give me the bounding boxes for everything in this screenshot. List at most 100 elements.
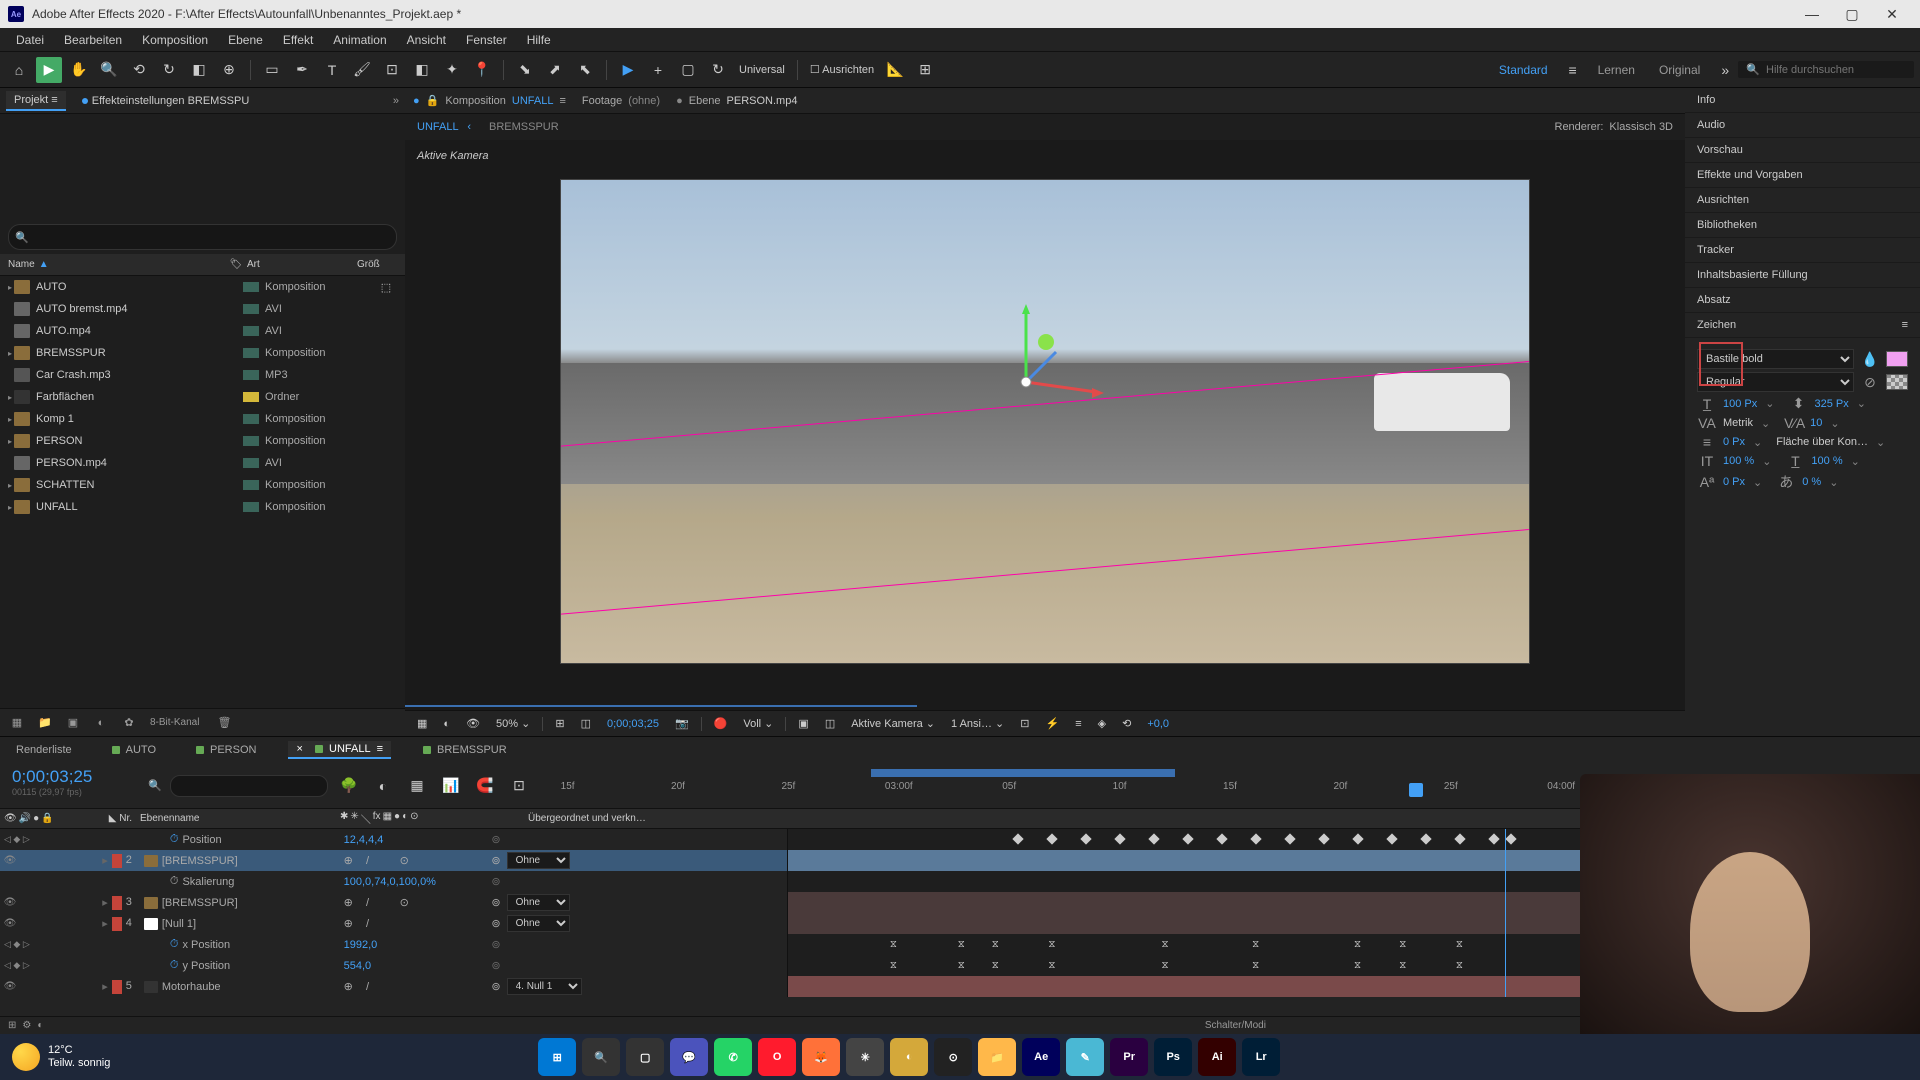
- project-item[interactable]: ▸Car Crash.mp3MP3: [0, 364, 405, 386]
- tl-draft-icon[interactable]: ⊡: [506, 773, 532, 799]
- frame-blend-icon[interactable]: ◐: [37, 1020, 43, 1031]
- taskbar-app-ae[interactable]: Ae: [1022, 1038, 1060, 1076]
- tsume-value[interactable]: 0 %: [1802, 476, 1821, 488]
- shy-header-icon[interactable]: ◣: [109, 813, 117, 824]
- stopwatch-icon[interactable]: ⏱: [170, 875, 179, 888]
- tab-effekteinstellungen[interactable]: Effekteinstellungen BREMSSPU: [74, 92, 258, 110]
- timeline-button[interactable]: ≡: [1071, 718, 1085, 730]
- crumb-unfall[interactable]: UNFALL ‹: [417, 121, 471, 133]
- keyframe-icon[interactable]: [1216, 833, 1227, 844]
- color-tag[interactable]: [243, 282, 259, 292]
- maximize-button[interactable]: ▢: [1832, 0, 1872, 28]
- tag-column-icon[interactable]: 🏷: [225, 259, 247, 270]
- baseline-value[interactable]: 0 Px: [1723, 476, 1745, 488]
- time-navigator[interactable]: [405, 702, 1685, 710]
- stopwatch-icon[interactable]: ⏱: [170, 833, 179, 846]
- no-fill-icon[interactable]: ⊘: [1860, 374, 1880, 391]
- keyframe-icon[interactable]: [1318, 833, 1329, 844]
- tl-blur-icon[interactable]: ▦: [404, 773, 430, 799]
- anchor-tool[interactable]: ⊕: [216, 57, 242, 83]
- sw-col-6[interactable]: ●: [394, 811, 400, 826]
- workspace-overflow[interactable]: »: [1712, 57, 1738, 83]
- zoom-tool[interactable]: 🔍: [96, 57, 122, 83]
- sw-col-2[interactable]: ✳: [350, 811, 358, 826]
- camera-select[interactable]: Aktive Kamera ⌄: [847, 717, 939, 730]
- pickwhip-icon[interactable]: ⊚: [491, 833, 500, 846]
- region-button[interactable]: ◫: [577, 717, 595, 730]
- hand-tool[interactable]: ✋: [66, 57, 92, 83]
- stopwatch-icon[interactable]: ⏱: [170, 938, 179, 951]
- color-tag[interactable]: [243, 392, 259, 402]
- toggle-switches-icon[interactable]: ⊞: [8, 1020, 16, 1031]
- tl-shy-icon[interactable]: ◐: [370, 773, 396, 799]
- property-value[interactable]: 100,0,74,0,100,0%: [344, 876, 436, 888]
- collapse-icon[interactable]: ⊕: [344, 896, 353, 909]
- bpc-label[interactable]: 8-Bit-Kanal: [150, 717, 199, 728]
- taskbar-app-app2[interactable]: ◐: [890, 1038, 928, 1076]
- keyframe-icon[interactable]: ⧖: [1354, 960, 1364, 970]
- keyframe-icon[interactable]: [1505, 833, 1516, 844]
- menu-datei[interactable]: Datei: [6, 28, 54, 51]
- color-tag[interactable]: [243, 414, 259, 424]
- roi-button[interactable]: ▣: [794, 717, 812, 730]
- tab-projekt[interactable]: Projekt ≡: [6, 91, 66, 111]
- adjust-icon[interactable]: ◐: [90, 714, 112, 732]
- property-value[interactable]: 1992,0: [344, 939, 378, 951]
- box-icon[interactable]: ▢: [675, 57, 701, 83]
- keyframe-icon[interactable]: [1454, 833, 1465, 844]
- pickwhip-icon[interactable]: ⊚: [491, 917, 500, 930]
- text-tool[interactable]: T: [319, 57, 345, 83]
- tab-unfall[interactable]: × UNFALL ≡: [288, 741, 391, 759]
- keyframe-icon[interactable]: ⧖: [1048, 960, 1058, 970]
- keyframe-icon[interactable]: [1149, 833, 1160, 844]
- comp-tab-footage[interactable]: Footage (ohne): [582, 95, 660, 107]
- viewport-timecode[interactable]: 0;00;03;25: [603, 718, 663, 730]
- project-item[interactable]: ▸AUTO.mp4AVI: [0, 320, 405, 342]
- toggle-button[interactable]: 👁: [462, 717, 484, 730]
- taskbar-app-pr[interactable]: Pr: [1110, 1038, 1148, 1076]
- resolution-select[interactable]: Voll ⌄: [739, 717, 777, 730]
- rect-tool[interactable]: ▭: [259, 57, 285, 83]
- channel-button[interactable]: 🔴: [710, 717, 732, 730]
- eye-col-icon[interactable]: 👁: [4, 813, 17, 824]
- add-icon[interactable]: +: [645, 57, 671, 83]
- stopwatch-icon[interactable]: ⏱: [170, 959, 179, 972]
- taskbar-app-teams[interactable]: 💬: [670, 1038, 708, 1076]
- tab-bremsspur[interactable]: BREMSSPUR: [415, 742, 515, 758]
- parent-select[interactable]: 4. Null 1: [507, 978, 582, 995]
- color-tag[interactable]: [243, 480, 259, 490]
- tracking-value[interactable]: 10: [1810, 417, 1822, 429]
- panel-audio[interactable]: Audio: [1685, 113, 1920, 138]
- new-comp-icon[interactable]: ▣: [62, 714, 84, 732]
- interpret-icon[interactable]: ▦: [6, 714, 28, 732]
- align-label[interactable]: Ausrichten: [822, 64, 874, 76]
- taskbar-app-notes[interactable]: ✎: [1066, 1038, 1104, 1076]
- local-axis-tool[interactable]: ⬊: [512, 57, 538, 83]
- lock-col-icon[interactable]: 🔒: [41, 813, 53, 824]
- panel-overflow[interactable]: »: [393, 95, 399, 107]
- stamp-tool[interactable]: ⊡: [379, 57, 405, 83]
- panel-absatz[interactable]: Absatz: [1685, 288, 1920, 313]
- eye-icon[interactable]: 👁: [4, 981, 16, 993]
- tl-graph-icon[interactable]: 📊: [438, 773, 464, 799]
- taskbar-app-whatsapp[interactable]: ✆: [714, 1038, 752, 1076]
- keyframe-icon[interactable]: [1488, 833, 1499, 844]
- taskbar-app-firefox[interactable]: 🦊: [802, 1038, 840, 1076]
- help-search-input[interactable]: [1766, 64, 1906, 76]
- project-item[interactable]: ▸UNFALLKomposition: [0, 496, 405, 518]
- snapshot-button[interactable]: 📷: [671, 717, 693, 730]
- collapse-icon[interactable]: ⊕: [344, 917, 353, 930]
- vscale-value[interactable]: 100 %: [1723, 455, 1754, 467]
- menu-animation[interactable]: Animation: [323, 28, 396, 51]
- stroke-opt[interactable]: Fläche über Kon…: [1776, 436, 1868, 448]
- menu-bearbeiten[interactable]: Bearbeiten: [54, 28, 132, 51]
- pickwhip-icon[interactable]: ⊚: [491, 854, 500, 867]
- keyframe-icon[interactable]: ⧖: [958, 960, 968, 970]
- pen-tool[interactable]: ✒: [289, 57, 315, 83]
- eyedropper-icon[interactable]: 💧: [1860, 351, 1880, 368]
- keyframe-icon[interactable]: [1250, 833, 1261, 844]
- panel-ausrichten[interactable]: Ausrichten: [1685, 188, 1920, 213]
- grid-button[interactable]: ▦: [413, 717, 431, 730]
- tl-tree-icon[interactable]: 🌳: [336, 773, 362, 799]
- keyframe-icon[interactable]: [1352, 833, 1363, 844]
